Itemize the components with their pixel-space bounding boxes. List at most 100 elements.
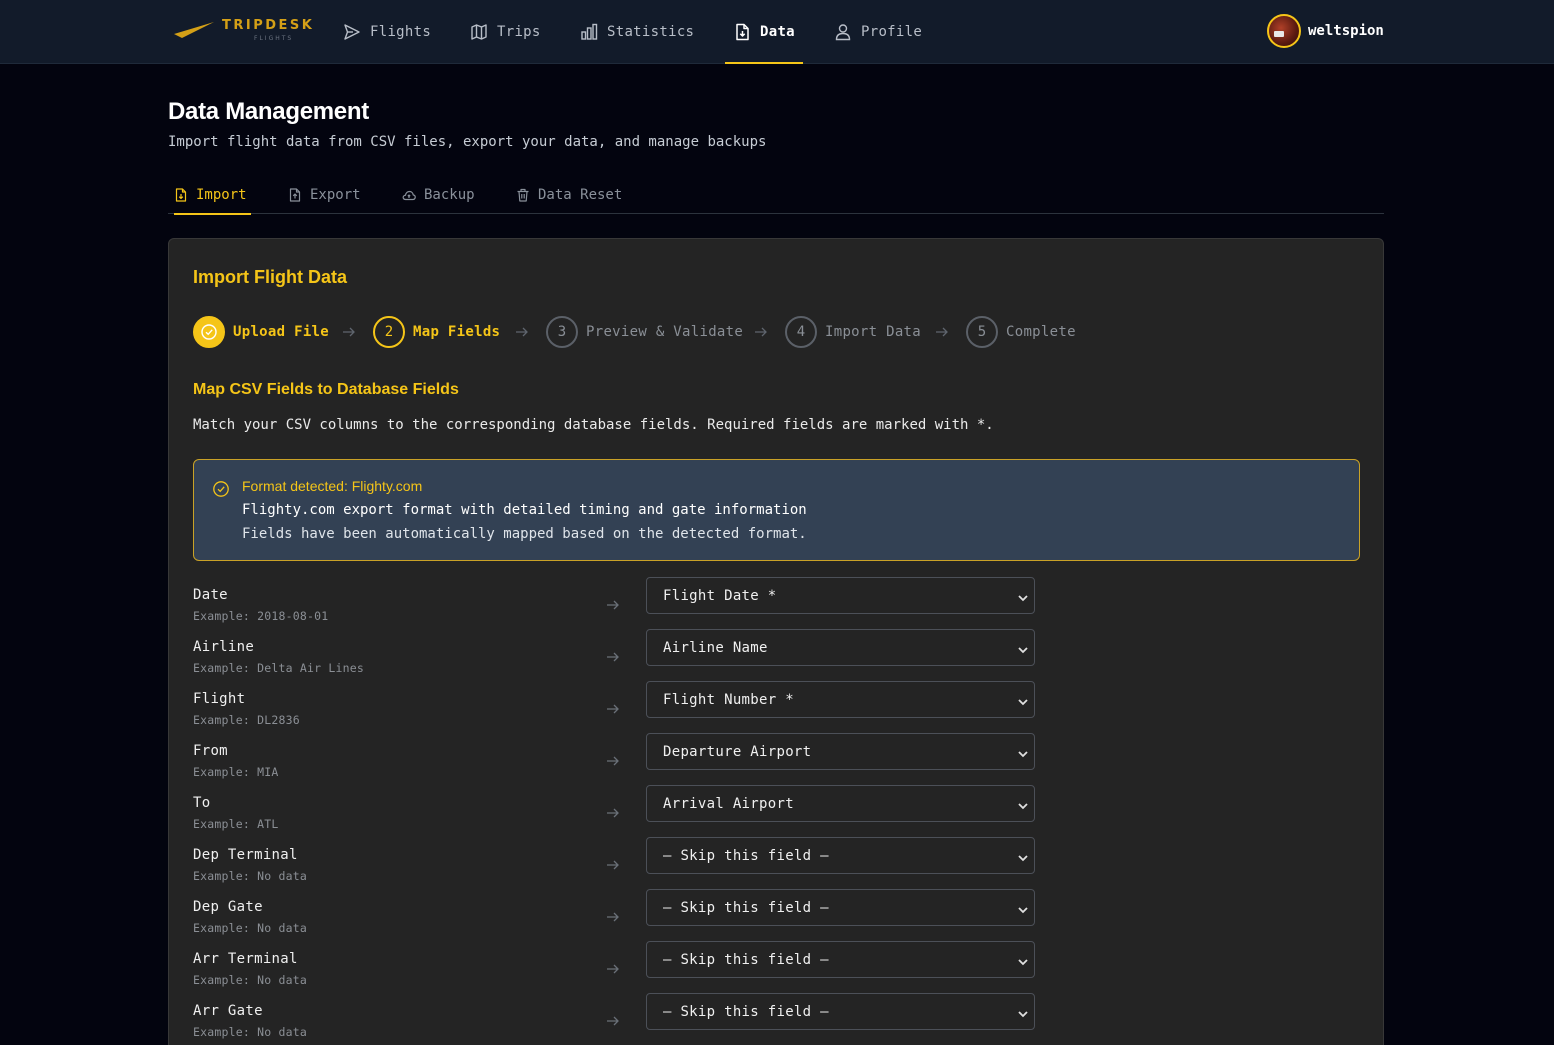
step-label: Complete (1006, 324, 1076, 340)
select-value: Airline Name (663, 639, 768, 656)
chevron-down-icon (1017, 1007, 1029, 1018)
card-title: Import Flight Data (193, 267, 347, 287)
file-import-icon (174, 188, 188, 202)
tab-import[interactable]: Import (174, 176, 251, 215)
select-value: — Skip this field — (663, 951, 829, 968)
database-field-select[interactable]: — Skip this field — (646, 837, 1035, 874)
csv-field-name: Dep Terminal (193, 847, 298, 863)
nav-item-flights[interactable]: Flights (343, 0, 431, 63)
cloud-icon (402, 188, 416, 202)
database-field-select[interactable]: — Skip this field — (646, 941, 1035, 978)
nav-item-data[interactable]: Data (725, 0, 803, 64)
top-navigation: TRIPDESK FLIGHTS Flights Trips Statistic… (0, 0, 1554, 64)
csv-field-example: Example: DL2836 (193, 713, 300, 727)
arrow-right-icon (753, 324, 769, 340)
step-import-data: 4 Import Data (785, 315, 921, 349)
step-label: Import Data (825, 324, 922, 340)
send-icon (343, 23, 361, 41)
page-title: Data Management (168, 98, 369, 125)
database-field-select[interactable]: — Skip this field — (646, 889, 1035, 926)
csv-field-example: Example: No data (193, 869, 307, 883)
section-description: Match your CSV columns to the correspond… (193, 417, 994, 433)
chevron-down-icon (1017, 643, 1029, 654)
chevron-down-icon (1017, 695, 1029, 706)
select-value: — Skip this field — (663, 1003, 829, 1020)
chevron-down-icon (1017, 903, 1029, 914)
alert-title: Format detected: Flighty.com (242, 478, 423, 494)
page-subtitle: Import flight data from CSV files, expor… (168, 134, 767, 150)
check-circle-icon (212, 480, 230, 498)
database-field-select[interactable]: Flight Date * (646, 577, 1035, 614)
alert-note: Fields have been automatically mapped ba… (242, 526, 807, 542)
trash-icon (516, 188, 530, 202)
tab-label: Data Reset (538, 187, 623, 203)
tab-label: Export (310, 187, 361, 203)
tab-export[interactable]: Export (288, 176, 361, 214)
tab-label: Import (196, 187, 247, 203)
csv-field-example: Example: ATL (193, 817, 279, 831)
database-field-select[interactable]: — Skip this field — (646, 993, 1035, 1030)
import-card: Import Flight Data Upload File 2 Map Fie… (168, 238, 1384, 1045)
step-upload-file: Upload File (193, 315, 329, 349)
arrow-right-icon (605, 961, 621, 977)
brand-name: TRIPDESK (222, 18, 315, 33)
csv-field-name: Airline (193, 639, 255, 655)
select-value: — Skip this field — (663, 847, 829, 864)
tripdesk-logo[interactable]: TRIPDESK FLIGHTS (172, 16, 312, 48)
csv-field-name: From (193, 743, 228, 759)
step-label: Preview & Validate (586, 324, 744, 340)
database-field-select[interactable]: Airline Name (646, 629, 1035, 666)
nav-item-label: Statistics (607, 23, 695, 40)
nav-item-statistics[interactable]: Statistics (580, 0, 694, 63)
select-value: — Skip this field — (663, 899, 829, 916)
arrow-right-icon (514, 324, 530, 340)
format-detected-alert: Format detected: Flighty.com Flighty.com… (193, 459, 1360, 561)
arrow-right-icon (341, 324, 357, 340)
plane-logo-icon (174, 22, 214, 38)
step-number: 2 (373, 316, 405, 348)
file-import-icon (733, 23, 751, 41)
csv-field-example: Example: MIA (193, 765, 279, 779)
select-value: Flight Number * (663, 691, 794, 708)
arrow-right-icon (605, 753, 621, 769)
tab-label: Backup (424, 187, 475, 203)
csv-field-name: Date (193, 587, 228, 603)
chevron-down-icon (1017, 955, 1029, 966)
step-number: 5 (966, 316, 998, 348)
select-value: Arrival Airport (663, 795, 794, 812)
database-field-select[interactable]: Departure Airport (646, 733, 1035, 770)
csv-field-name: To (193, 795, 211, 811)
chevron-down-icon (1017, 591, 1029, 602)
import-stepper: Upload File 2 Map Fields 3 Preview & Val… (193, 315, 1193, 349)
csv-field-name: Arr Gate (193, 1003, 263, 1019)
database-field-select[interactable]: Arrival Airport (646, 785, 1035, 822)
arrow-right-icon (605, 1013, 621, 1029)
arrow-right-icon (605, 597, 621, 613)
nav-item-trips[interactable]: Trips (470, 0, 541, 63)
database-field-select[interactable]: Flight Number * (646, 681, 1035, 718)
alert-description: Flighty.com export format with detailed … (242, 502, 807, 518)
tab-backup[interactable]: Backup (402, 176, 475, 214)
arrow-right-icon (605, 909, 621, 925)
select-value: Flight Date * (663, 587, 777, 604)
chevron-down-icon (1017, 747, 1029, 758)
chevron-down-icon (1017, 799, 1029, 810)
select-value: Departure Airport (663, 743, 812, 760)
step-label: Map Fields (413, 324, 501, 340)
section-title: Map CSV Fields to Database Fields (193, 381, 459, 398)
csv-field-example: Example: No data (193, 1025, 307, 1039)
arrow-right-icon (605, 701, 621, 717)
user-menu[interactable]: weltspion (1267, 14, 1384, 48)
map-icon (470, 23, 488, 41)
tab-data-reset[interactable]: Data Reset (516, 176, 622, 214)
nav-item-profile[interactable]: Profile (834, 0, 922, 63)
csv-field-example: Example: No data (193, 921, 307, 935)
data-tabs: Import Export Backup Data Reset (168, 176, 1384, 215)
nav-item-label: Trips (497, 23, 541, 40)
arrow-right-icon (605, 857, 621, 873)
csv-field-example: Example: Delta Air Lines (193, 661, 364, 675)
nav-item-label: Data (760, 23, 795, 40)
arrow-right-icon (605, 805, 621, 821)
nav-item-label: Profile (861, 23, 923, 40)
check-circle-icon (201, 324, 217, 340)
